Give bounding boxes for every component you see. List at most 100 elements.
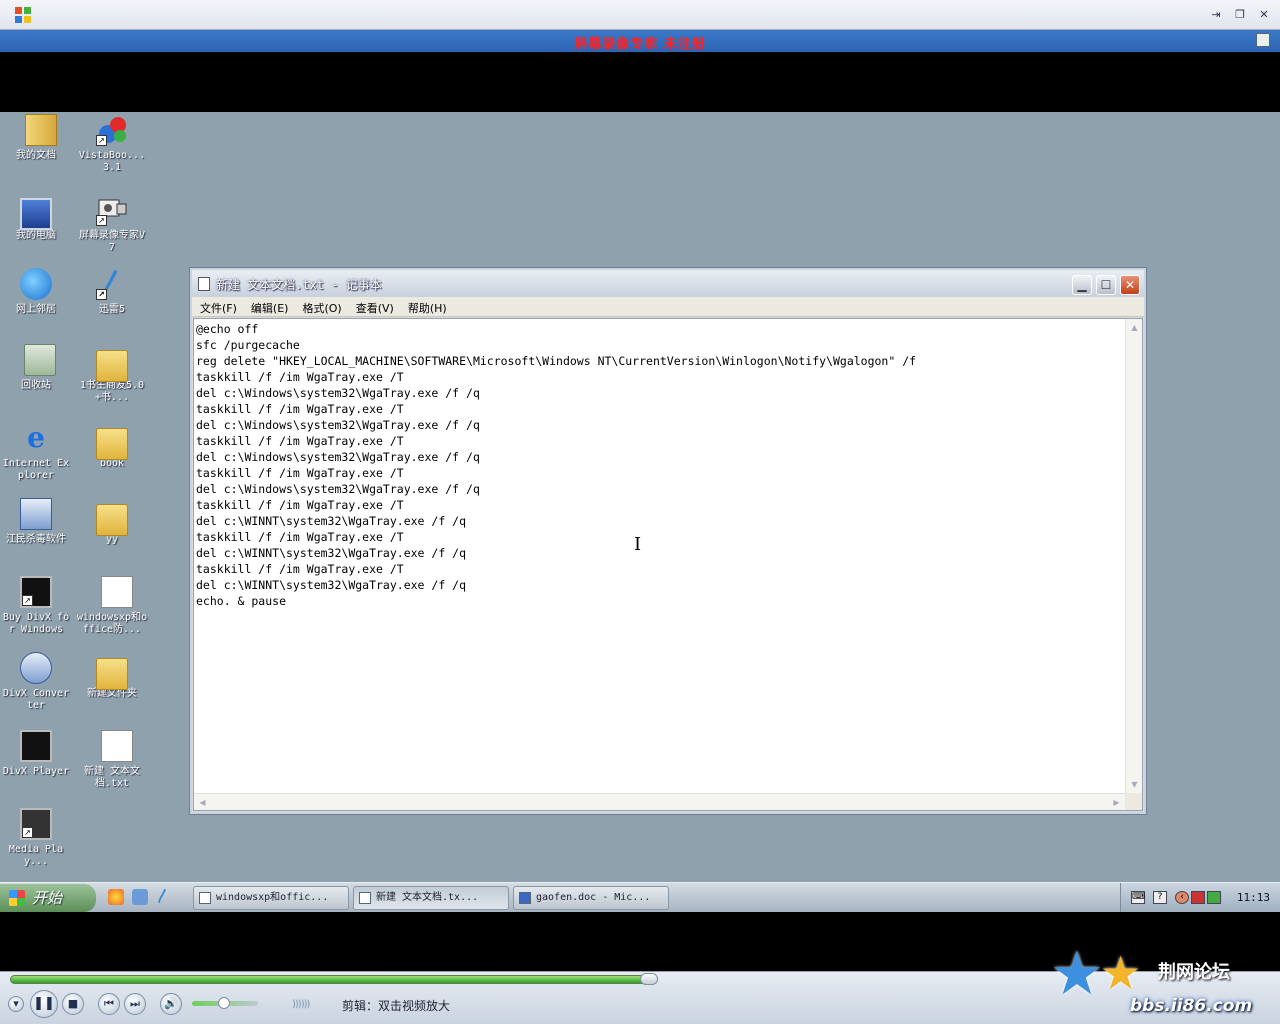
desktop-icon-folder-yy[interactable]: yy bbox=[76, 498, 148, 546]
scroll-left-icon[interactable]: ◀ bbox=[195, 795, 210, 810]
desktop-icon-divx-converter[interactable]: DivX Converter bbox=[0, 652, 72, 712]
folder-icon bbox=[96, 504, 128, 536]
desktop-icon-screen-recorder[interactable]: ↗ 屏幕录像专家V7 bbox=[76, 194, 148, 254]
text-line: taskkill /f /im WgaTray.exe /T bbox=[196, 498, 404, 512]
close-button[interactable]: ✕ bbox=[1120, 275, 1140, 295]
text-line: @echo off bbox=[196, 322, 259, 336]
seek-thumb[interactable] bbox=[640, 973, 658, 985]
menu-edit[interactable]: 编辑(E) bbox=[245, 299, 295, 318]
back-arrow-icon[interactable]: ‹ bbox=[1175, 891, 1189, 904]
firefox-quicklaunch-icon[interactable] bbox=[108, 889, 124, 905]
tray-app-icon[interactable] bbox=[1191, 891, 1205, 904]
mini-mode-icon[interactable] bbox=[1256, 33, 1270, 47]
text-line: taskkill /f /im WgaTray.exe /T bbox=[196, 562, 404, 576]
stop-button[interactable]: ■ bbox=[62, 993, 84, 1015]
document-icon bbox=[199, 892, 211, 904]
taskbar-item-windowsxp[interactable]: windowsxp和offic... bbox=[193, 886, 349, 910]
notepad-content[interactable]: @echo off sfc /purgecache reg delete "HKEY… bbox=[196, 321, 1122, 792]
text-line: del c:\Windows\system32\WgaTray.exe /f /… bbox=[196, 418, 480, 432]
close-icon[interactable]: ✕ bbox=[1256, 8, 1272, 21]
divx-player-icon bbox=[20, 730, 52, 762]
pin-icon[interactable]: ⇥ bbox=[1208, 8, 1224, 21]
notepad-title-bar[interactable]: 新建 文本文档.txt - 记事本 ▁ ☐ ✕ bbox=[192, 270, 1144, 297]
notepad-icon bbox=[198, 277, 210, 291]
forum-watermark-logo: ★ ★ 荆网论坛 bbs.ii86.com bbox=[1050, 942, 1270, 1022]
desktop-icon-buy-divx[interactable]: ↗ Buy DivX for Windows bbox=[0, 576, 72, 636]
desktop-quicklaunch-icon[interactable] bbox=[132, 889, 148, 905]
text-line: taskkill /f /im WgaTray.exe /T bbox=[196, 466, 404, 480]
screen: ⇥ ❐ ✕ 屏幕录像专家 未注册 我的文档 ↗ VistaBoo... 3.1 … bbox=[0, 0, 1280, 1024]
desktop-icon-my-computer[interactable]: 我的电脑 bbox=[0, 194, 72, 242]
text-line: del c:\WINNT\system32\WgaTray.exe /f /q bbox=[196, 546, 467, 560]
vistaboot-icon: ↗ bbox=[96, 114, 128, 146]
menu-format[interactable]: 格式(O) bbox=[296, 299, 347, 318]
help-icon[interactable]: ? bbox=[1153, 891, 1167, 904]
scroll-down-icon[interactable]: ▼ bbox=[1127, 777, 1142, 792]
menu-help[interactable]: 帮助(H) bbox=[402, 299, 453, 318]
screen-recorder-icon: ↗ bbox=[96, 194, 128, 226]
keyboard-icon[interactable]: ⌨ bbox=[1131, 891, 1145, 904]
horizontal-scrollbar[interactable]: ◀ ▶ bbox=[194, 793, 1125, 810]
thunder-icon: 〳 ↗ bbox=[96, 268, 128, 300]
desktop-icon-windowsxp-doc[interactable]: windowsxp和office防... bbox=[76, 576, 148, 636]
desktop-icon-antivirus[interactable]: 江民杀毒软件 bbox=[0, 498, 72, 546]
desktop-icon-media-player[interactable]: ↗ Media Play... bbox=[0, 808, 72, 868]
text-line: taskkill /f /im WgaTray.exe /T bbox=[196, 530, 404, 544]
desktop-icon-folder-shusheng[interactable]: 1书生商友5.0+书... bbox=[76, 344, 148, 404]
restore-icon[interactable]: ❐ bbox=[1232, 8, 1248, 21]
windows-flag-icon bbox=[9, 890, 25, 906]
desktop-icon-vistaboot[interactable]: ↗ VistaBoo... 3.1 bbox=[76, 114, 148, 174]
text-line: taskkill /f /im WgaTray.exe /T bbox=[196, 370, 404, 384]
menu-view[interactable]: 查看(V) bbox=[350, 299, 400, 318]
player-status: 剪辑：双击视频放大 bbox=[342, 999, 451, 1013]
scroll-up-icon[interactable]: ▲ bbox=[1127, 320, 1142, 335]
desktop-icon-recycle-bin[interactable]: 回收站 bbox=[0, 344, 72, 392]
next-button[interactable]: ⏭ bbox=[124, 993, 146, 1015]
resize-grip-icon[interactable] bbox=[1125, 793, 1142, 810]
text-line: del c:\WINNT\system32\WgaTray.exe /f /q bbox=[196, 578, 467, 592]
menu-toggle-icon[interactable]: ▾ bbox=[8, 996, 24, 1012]
menu-file[interactable]: 文件(F) bbox=[194, 299, 243, 318]
maximize-button[interactable]: ☐ bbox=[1096, 275, 1116, 295]
volume-thumb[interactable] bbox=[218, 997, 230, 1009]
eq-bars: )))))) bbox=[292, 999, 310, 1010]
text-line: del c:\Windows\system32\WgaTray.exe /f /… bbox=[196, 482, 480, 496]
folder-icon bbox=[96, 658, 128, 690]
notepad-menu-bar: 文件(F) 编辑(E) 格式(O) 查看(V) 帮助(H) bbox=[192, 297, 1144, 317]
seek-bar[interactable] bbox=[10, 975, 658, 984]
notepad-title: 新建 文本文档.txt - 记事本 bbox=[216, 278, 382, 292]
taskbar-item-label: 新建 文本文档.tx... bbox=[376, 892, 479, 903]
player-title-bar: ⇥ ❐ ✕ bbox=[0, 0, 1280, 30]
text-cursor-icon: I bbox=[634, 534, 642, 555]
desktop-icon-network[interactable]: 网上邻居 bbox=[0, 268, 72, 316]
desktop-icon-new-text-file[interactable]: 新建 文本文档.txt bbox=[76, 730, 148, 790]
desktop-icon-my-documents[interactable]: 我的文档 bbox=[0, 114, 72, 162]
network-tray-icon[interactable] bbox=[1207, 891, 1221, 904]
desktop-icon-internet-explorer[interactable]: e Internet Explorer bbox=[0, 422, 72, 482]
start-button[interactable]: 开始 bbox=[0, 884, 96, 912]
previous-button[interactable]: ⏮ bbox=[98, 993, 120, 1015]
desktop-icon-divx-player[interactable]: DivX Player bbox=[0, 730, 72, 778]
text-file-icon bbox=[101, 576, 133, 608]
text-line: del c:\WINNT\system32\WgaTray.exe /f /q bbox=[196, 514, 467, 528]
recycle-bin-icon bbox=[24, 344, 56, 376]
text-line: echo. & pause bbox=[196, 594, 287, 608]
thunder-quicklaunch-icon[interactable]: 〳 bbox=[156, 889, 172, 905]
text-file-icon bbox=[101, 730, 133, 762]
forum-url: bbs.ii86.com bbox=[1130, 996, 1253, 1016]
volume-icon[interactable]: 🔊 bbox=[160, 993, 182, 1015]
forum-name: 荆网论坛 bbox=[1158, 962, 1230, 983]
notepad-text-area[interactable]: @echo off sfc /purgecache reg delete "HKEY… bbox=[193, 318, 1143, 811]
vertical-scrollbar[interactable]: ▲ ▼ bbox=[1125, 319, 1142, 793]
media-player-icon: ↗ bbox=[20, 808, 52, 840]
minimize-button[interactable]: ▁ bbox=[1072, 275, 1092, 295]
watermark-text: 屏幕录像专家 未注册 bbox=[574, 37, 706, 52]
scroll-right-icon[interactable]: ▶ bbox=[1109, 795, 1124, 810]
taskbar-item-notepad[interactable]: 新建 文本文档.tx... bbox=[353, 886, 509, 910]
desktop-icon-thunder[interactable]: 〳 ↗ 迅雷5 bbox=[76, 268, 148, 316]
pause-button[interactable]: ❚❚ bbox=[30, 990, 58, 1018]
desktop-icon-new-folder[interactable]: 新建文件夹 bbox=[76, 652, 148, 700]
taskbar-item-word[interactable]: gaofen.doc - Mic... bbox=[513, 886, 669, 910]
text-line: sfc /purgecache bbox=[196, 338, 300, 352]
desktop-icon-folder-book[interactable]: book bbox=[76, 422, 148, 470]
